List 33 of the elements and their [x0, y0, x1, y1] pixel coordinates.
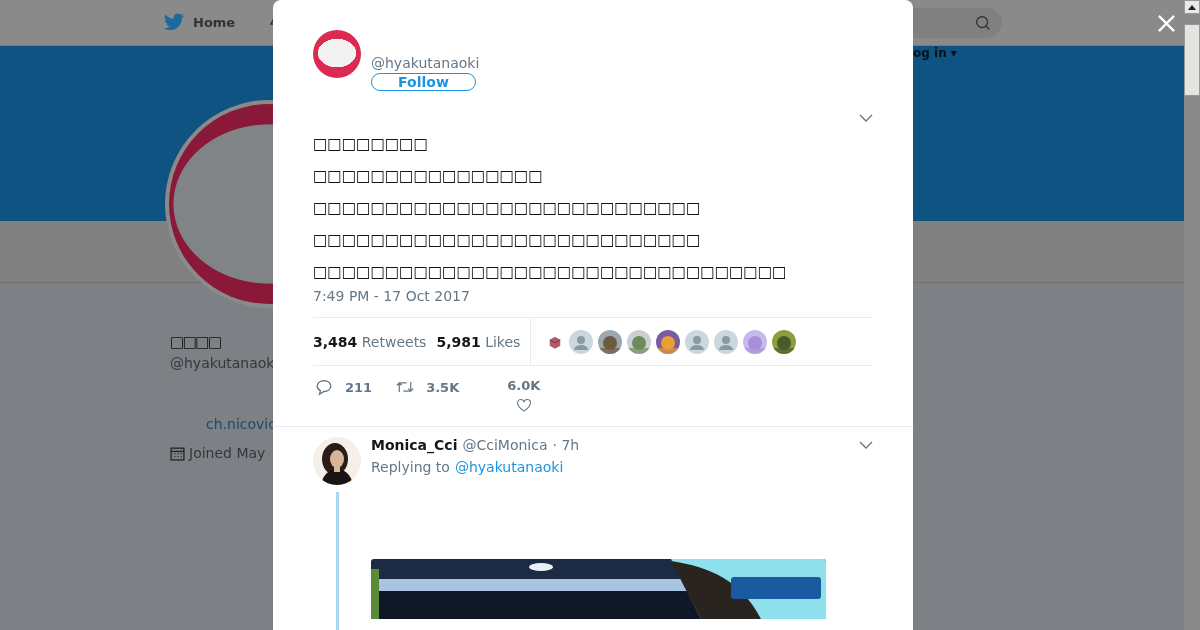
like-action-count[interactable]: 6.0K	[507, 378, 541, 393]
calendar-icon	[170, 445, 185, 461]
like-count[interactable]: 5,981 Likes	[436, 333, 521, 350]
profile-link[interactable]: ch.nicovic	[206, 416, 276, 432]
user-avatar[interactable]	[313, 30, 361, 78]
scrollbar-thumb[interactable]	[1184, 24, 1200, 96]
retweet-action[interactable]: 3.5K	[396, 378, 460, 396]
reply-action[interactable]: 211	[315, 378, 373, 396]
chevron-down-icon[interactable]	[859, 441, 873, 449]
default-avatar-icon[interactable]	[569, 329, 594, 354]
retweet-count[interactable]: 3,484 Retweets	[313, 333, 427, 350]
tweet-timestamp: 7:49 PM - 17 Oct 2017	[312, 288, 471, 304]
joined-date: Joined May	[189, 445, 266, 461]
heart-icon[interactable]	[515, 398, 532, 413]
replying-label: Replying to	[371, 459, 450, 475]
default-avatar-icon[interactable]	[714, 329, 739, 354]
follow-button[interactable]: Follow	[371, 73, 476, 91]
mention-link[interactable]: @hyakutanaoki	[454, 459, 564, 475]
scrollbar[interactable]	[1184, 0, 1200, 630]
chevron-down-icon[interactable]	[859, 114, 873, 122]
close-icon[interactable]	[1157, 14, 1176, 33]
reply-author-name[interactable]: Monica_Cci	[371, 437, 458, 453]
tweet-text: □□□□□□□□ □□□□□□□□□□□□□□□□ □□□□□□□□□□□□□□□□□□□□□□□□□□□ □□□□□□□□□□□□□□□□□□□□□□□□□□□ □□□□□□□□□□□□□□□□□□□□□□□□□□□□□□□□□	[313, 134, 787, 283]
reply-time[interactable]: · 7h	[552, 437, 580, 453]
reply-author-handle[interactable]: @CciMonica	[462, 437, 548, 453]
profile-handle: @hyakutanaok	[170, 355, 275, 371]
user-handle[interactable]: @hyakutanaoki	[371, 55, 480, 71]
profile-name: □□□□	[170, 332, 221, 353]
reply-icon[interactable]	[315, 378, 333, 396]
home-link[interactable]: Home	[193, 15, 236, 30]
search-icon	[974, 13, 992, 32]
default-avatar-icon[interactable]	[685, 329, 710, 354]
scroll-up-arrow-icon[interactable]	[1188, 4, 1196, 10]
